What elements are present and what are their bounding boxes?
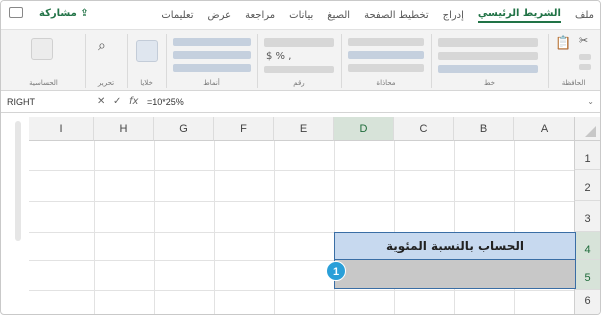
group-editing: ⌕ تحرير [85, 34, 126, 88]
column-header-b[interactable]: B [454, 117, 514, 141]
tab-formulas[interactable]: الصيغ [327, 10, 350, 21]
row-header-3[interactable]: 3 [574, 201, 600, 232]
tab-view[interactable]: عرض [208, 10, 232, 21]
find-icon[interactable]: ⌕ [98, 38, 106, 54]
tab-page-layout[interactable]: تخطيط الصفحة [364, 10, 429, 21]
group-clipboard: 📋 ✂ الحافظة [548, 34, 598, 88]
cell-title-percentage[interactable]: الحساب بالنسبة المئوية [334, 232, 576, 260]
group-alignment: محاذاة [341, 34, 430, 88]
column-header-d[interactable]: D [334, 117, 394, 141]
vertical-scrollbar[interactable] [15, 121, 21, 241]
ribbon: 📋 ✂ الحافظة خط محاذاة $ % , رقم أنماط خل… [1, 29, 600, 91]
group-number: $ % , رقم [257, 34, 340, 88]
tab-home[interactable]: الشريط الرئيسي [477, 8, 561, 23]
group-number-title: رقم [293, 79, 305, 87]
row-header-1[interactable]: 1 [574, 141, 600, 170]
percent-icon[interactable]: $ % , [266, 51, 291, 62]
group-styles-title: أنماط [203, 79, 220, 87]
column-header-c[interactable]: C [394, 117, 454, 141]
row-header-4[interactable]: 4 [574, 232, 600, 260]
tab-help[interactable]: تعليمات [161, 10, 193, 21]
chevron-down-icon[interactable]: ⌄ [587, 97, 594, 106]
select-all-button[interactable] [574, 117, 600, 141]
group-clipboard-title: الحافظة [561, 79, 586, 87]
excel-window: ملف الشريط الرئيسي إدراج تخطيط الصفحة ال… [0, 0, 601, 315]
formula-bar: RIGHT ✕ ✓ fx =10*25% ⌄ [1, 93, 600, 113]
row-header-2[interactable]: 2 [574, 170, 600, 201]
column-header-i[interactable]: I [29, 117, 94, 141]
group-cells: خلايا [127, 34, 165, 88]
column-header-h[interactable]: H [94, 117, 154, 141]
enter-icon[interactable]: ✓ [113, 96, 121, 107]
selected-cell-range[interactable] [334, 260, 576, 289]
share-label: مشاركة [39, 8, 77, 19]
tab-file[interactable]: ملف [575, 10, 594, 21]
tab-review[interactable]: مراجعة [245, 10, 275, 21]
group-alignment-title: محاذاة [376, 79, 396, 87]
group-font: خط [431, 34, 547, 88]
insert-function-icon[interactable]: fx [129, 96, 138, 107]
group-sensitivity-title: الحساسية [29, 79, 58, 87]
row-header-5[interactable]: 5 [574, 260, 600, 290]
row-header-6[interactable]: 6 [574, 290, 600, 314]
group-sensitivity: الحساسية [3, 34, 84, 88]
cancel-icon[interactable]: ✕ [97, 96, 105, 107]
ribbon-tab-bar: ملف الشريط الرئيسي إدراج تخطيط الصفحة ال… [1, 1, 600, 29]
share-button[interactable]: ⇪ مشاركة [39, 8, 89, 19]
formula-input[interactable]: =10*25% [147, 97, 184, 107]
sensitivity-icon[interactable] [31, 38, 53, 60]
tab-insert[interactable]: إدراج [443, 10, 464, 21]
column-header-g[interactable]: G [154, 117, 214, 141]
name-box[interactable]: RIGHT [7, 97, 81, 110]
callout-badge: 1 [326, 261, 346, 281]
cut-icon[interactable]: ✂ [579, 34, 588, 47]
group-font-title: خط [484, 79, 495, 87]
cells-icon[interactable] [136, 40, 158, 62]
group-editing-title: تحرير [97, 79, 115, 87]
group-styles: أنماط [166, 34, 256, 88]
group-cells-title: خلايا [140, 79, 153, 87]
paste-icon[interactable]: 📋 [555, 36, 571, 51]
column-header-f[interactable]: F [214, 117, 274, 141]
column-header-a[interactable]: A [514, 117, 576, 141]
comments-icon[interactable] [9, 7, 23, 18]
column-header-e[interactable]: E [274, 117, 334, 141]
tab-data[interactable]: بيانات [289, 10, 313, 21]
